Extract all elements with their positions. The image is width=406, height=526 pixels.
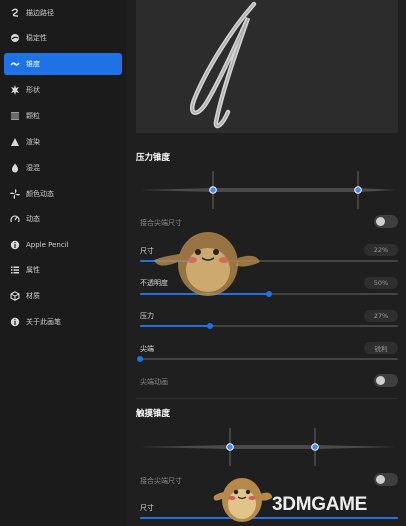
materials-icon (4, 291, 26, 301)
pressure-tip-value[interactable]: 锐利 (364, 342, 398, 354)
taper-start-handle (209, 186, 217, 194)
sidebar-item-about-brush[interactable]: 关于此画笔 (4, 311, 122, 333)
pressure-tip-label: 尖端 (140, 345, 154, 353)
sidebar-item-label: 稳定性 (26, 34, 47, 42)
site-logo-mascot (213, 478, 272, 522)
sidebar-item-label: 锥度 (26, 60, 40, 68)
taper-end-handle (354, 186, 362, 194)
dynamics-icon (4, 214, 26, 224)
sidebar-item-label: 湿混 (26, 164, 40, 172)
pressure-tip-size-link-toggle[interactable] (374, 215, 398, 228)
pressure-label: 压力 (140, 312, 154, 320)
touch-tip-size-link-label: 接合尖端尺寸 (140, 477, 182, 485)
sidebar-item-label: 颗粒 (26, 112, 40, 120)
touch-taper-editor[interactable] (140, 428, 396, 466)
touch-taper-title: 触摸锥度 (136, 409, 171, 419)
pressure-tip-slider[interactable] (137, 356, 398, 362)
sidebar-item-label: 材质 (26, 292, 40, 300)
mascot-watermark-image (154, 232, 260, 296)
properties-icon (4, 265, 26, 275)
sidebar-item-label: 关于此画笔 (26, 318, 61, 326)
color-dynamics-icon (4, 189, 26, 199)
sidebar-item-label: 动态 (26, 215, 40, 223)
about-brush-icon (4, 317, 26, 327)
touch-size-label: 尺寸 (140, 504, 154, 512)
pressure-slider[interactable] (140, 323, 398, 329)
sidebar-item-label: 形状 (26, 86, 40, 94)
sidebar-item-stroke-path[interactable]: 描边路径 (4, 2, 122, 24)
apple-pencil-icon (4, 240, 26, 250)
sidebar-item-rendering[interactable]: 渲染 (4, 131, 122, 153)
sidebar-item-materials[interactable]: 材质 (4, 285, 122, 307)
touch-tip-size-link-toggle[interactable] (374, 473, 398, 486)
pressure-opacity-value[interactable]: 50% (364, 277, 398, 289)
taper-start-handle (226, 443, 234, 451)
sidebar-item-label: 描边路径 (26, 9, 54, 17)
rendering-icon (4, 137, 26, 147)
sidebar-item-stabilization[interactable]: 稳定性 (4, 27, 122, 49)
sidebar-item-label: 颜色动态 (26, 190, 54, 198)
sidebar-item-dynamics[interactable]: 动态 (4, 208, 122, 230)
shape-icon (4, 85, 26, 95)
stroke-preview (136, 0, 398, 133)
sidebar-item-grain[interactable]: 颗粒 (4, 105, 122, 127)
taper-icon (4, 59, 26, 69)
sidebar-item-taper[interactable]: 锥度 (4, 53, 122, 75)
wet-mix-icon (4, 163, 26, 173)
sidebar-item-label: 渲染 (26, 138, 40, 146)
taper-end-handle (311, 443, 319, 451)
watermark-text: 3DMGAME (272, 494, 368, 515)
sidebar-item-wet-mix[interactable]: 湿混 (4, 157, 122, 179)
sidebar-item-apple-pencil[interactable]: Apple Pencil (4, 234, 122, 256)
stroke-path-icon (4, 8, 26, 18)
sidebar-item-color-dynamics[interactable]: 颜色动态 (4, 183, 122, 205)
stabilization-icon (4, 33, 26, 43)
brush-settings-sidebar: 描边路径 稳定性 锥度 形状 颗粒 渲染 湿混 颜色动态 动态 Apple Pe… (0, 0, 126, 526)
sidebar-item-properties[interactable]: 属性 (4, 259, 122, 281)
tip-animation-toggle[interactable] (374, 374, 398, 387)
pressure-size-value[interactable]: 22% (364, 244, 398, 256)
pressure-taper-title: 压力锥度 (136, 153, 171, 163)
pressure-taper-editor[interactable] (140, 171, 396, 209)
section-divider (136, 398, 398, 399)
sidebar-item-shape[interactable]: 形状 (4, 79, 122, 101)
tip-animation-label: 尖端动画 (140, 378, 168, 386)
sidebar-item-label: Apple Pencil (26, 241, 69, 249)
sidebar-item-label: 属性 (26, 266, 40, 274)
grain-icon (4, 111, 26, 121)
pressure-value[interactable]: 27% (364, 310, 398, 322)
